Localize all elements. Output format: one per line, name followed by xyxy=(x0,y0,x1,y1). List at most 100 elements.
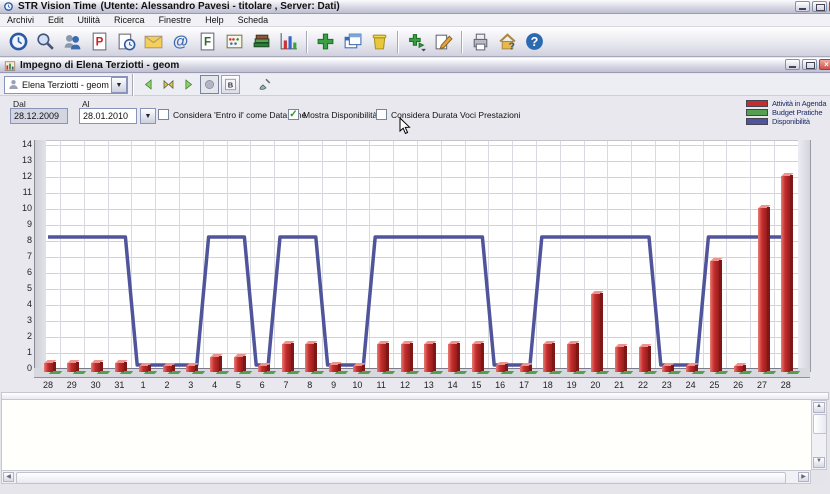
windows-button[interactable] xyxy=(339,29,366,55)
menu-archivi[interactable]: Archivi xyxy=(0,15,41,25)
activity-bar xyxy=(710,261,719,372)
add-multi-button[interactable] xyxy=(403,29,430,55)
horizontal-scrollbar[interactable]: ◀ ▶ xyxy=(1,470,811,484)
y-axis-label: 3 xyxy=(10,315,32,325)
search-icon xyxy=(35,31,56,52)
clean-chart-button[interactable] xyxy=(254,75,274,95)
al-date-field[interactable]: 28.01.2010 xyxy=(79,108,137,124)
activity-bar xyxy=(234,357,243,372)
print-icon xyxy=(470,31,491,52)
vertical-scroll-thumb[interactable] xyxy=(813,414,827,434)
previous-record-button[interactable] xyxy=(138,75,158,95)
books-icon xyxy=(251,31,272,52)
windows-icon xyxy=(342,31,363,52)
checkbox-durata-voci[interactable]: Considera Durata Voci Prestazioni xyxy=(376,109,520,120)
chart-button[interactable] xyxy=(275,29,302,55)
y-axis-label: 2 xyxy=(10,331,32,341)
svg-text:?: ? xyxy=(508,40,514,52)
activity-bar xyxy=(115,363,124,372)
record-toggle-button[interactable] xyxy=(200,75,219,94)
menu-scheda[interactable]: Scheda xyxy=(231,15,276,25)
menu-edit[interactable]: Edit xyxy=(41,15,71,25)
trash-button[interactable] xyxy=(366,29,393,55)
checkbox-mostra-disponibilita[interactable]: ✓ Mostra Disponibilità xyxy=(288,109,377,120)
user-combobox[interactable]: Elena Terziotti - geom ▼ xyxy=(4,76,128,94)
main-titlebar: STR Vision Time (Utente: Alessandro Pave… xyxy=(0,0,830,14)
al-date-dropdown[interactable]: ▼ xyxy=(140,108,156,124)
menu-ricerca[interactable]: Ricerca xyxy=(107,15,152,25)
menu-help[interactable]: Help xyxy=(198,15,231,25)
next-record-button[interactable] xyxy=(178,75,198,95)
results-list-body[interactable] xyxy=(1,400,811,470)
legend-label: Attività in Agenda xyxy=(772,99,826,108)
horizontal-scroll-thumb[interactable] xyxy=(16,472,786,484)
activity-bar xyxy=(424,344,433,372)
menu-finestre[interactable]: Finestre xyxy=(152,15,199,25)
home-help-button[interactable]: ? xyxy=(494,29,521,55)
print-button[interactable] xyxy=(467,29,494,55)
mail-button[interactable] xyxy=(140,29,167,55)
checkbox-entro-il-box[interactable] xyxy=(158,109,169,120)
add-button[interactable] xyxy=(312,29,339,55)
locate-icon xyxy=(161,77,176,92)
users-button[interactable] xyxy=(59,29,86,55)
activity-bar xyxy=(67,363,76,372)
document-clock-icon xyxy=(116,31,137,52)
document-p-button[interactable]: P xyxy=(86,29,113,55)
y-axis-label: 4 xyxy=(10,299,32,309)
broom-icon xyxy=(257,77,272,92)
books-button[interactable] xyxy=(248,29,275,55)
y-axis-label: 8 xyxy=(10,235,32,245)
y-axis-label: 14 xyxy=(10,139,32,149)
next-icon xyxy=(181,77,196,92)
chart-legend: Attività in AgendaBudget PraticheDisponi… xyxy=(746,99,826,126)
scrollbar-corner xyxy=(811,470,827,484)
activity-bar xyxy=(401,344,410,372)
previous-icon xyxy=(141,77,156,92)
document-clock-button[interactable] xyxy=(113,29,140,55)
document-f-button[interactable]: F xyxy=(194,29,221,55)
help-icon: ? xyxy=(524,31,545,52)
scroll-left-button[interactable]: ◀ xyxy=(3,472,14,482)
abacus-button[interactable] xyxy=(221,29,248,55)
scroll-right-button[interactable]: ▶ xyxy=(798,472,809,482)
at-icon: @ xyxy=(170,31,191,52)
edit-icon xyxy=(433,31,454,52)
menu-utilita[interactable]: Utilità xyxy=(71,15,108,25)
scroll-up-button[interactable]: ▲ xyxy=(813,402,825,413)
y-axis-label: 1 xyxy=(10,347,32,357)
y-axis-label: 6 xyxy=(10,267,32,277)
at-button[interactable]: @ xyxy=(167,29,194,55)
chart-icon xyxy=(278,31,299,52)
activity-bar xyxy=(686,366,695,372)
checkbox-entro-il[interactable]: Considera 'Entro il' come Data Fine xyxy=(158,109,306,120)
legend-row: Attività in Agenda xyxy=(746,99,826,108)
abacus-icon xyxy=(224,31,245,52)
legend-row: Disponibilità xyxy=(746,117,826,126)
search-button[interactable] xyxy=(32,29,59,55)
help-button[interactable]: ? xyxy=(521,29,548,55)
minimize-button[interactable] xyxy=(795,1,810,12)
dal-date-field[interactable]: 28.12.2009 xyxy=(10,108,68,124)
sub-close-button[interactable]: × xyxy=(819,59,830,70)
restore-button[interactable] xyxy=(812,1,827,12)
edit-button[interactable] xyxy=(430,29,457,55)
checkbox-durata-voci-box[interactable] xyxy=(376,109,387,120)
scroll-down-button[interactable]: ▼ xyxy=(813,457,825,468)
y-axis-label: 9 xyxy=(10,219,32,229)
subwindow-title: Impegno di Elena Terziotti - geom xyxy=(20,60,179,71)
legend-label: Disponibilità xyxy=(772,117,810,126)
activity-bar xyxy=(662,366,671,372)
sub-minimize-button[interactable] xyxy=(785,59,800,70)
user-combobox-dropdown[interactable]: ▼ xyxy=(111,77,127,93)
window-title: STR Vision Time xyxy=(18,1,97,12)
b-mode-button[interactable]: B xyxy=(221,75,240,94)
sub-maximize-button[interactable] xyxy=(802,59,817,70)
svg-text:B: B xyxy=(228,81,234,90)
clock-button[interactable] xyxy=(5,29,32,55)
checkbox-mostra-disponibilita-box[interactable]: ✓ xyxy=(288,109,299,120)
document-f-icon: F xyxy=(197,31,218,52)
activity-bar xyxy=(520,366,529,372)
vertical-scrollbar[interactable]: ▲ ▼ xyxy=(811,400,827,470)
locate-record-button[interactable] xyxy=(158,75,178,95)
